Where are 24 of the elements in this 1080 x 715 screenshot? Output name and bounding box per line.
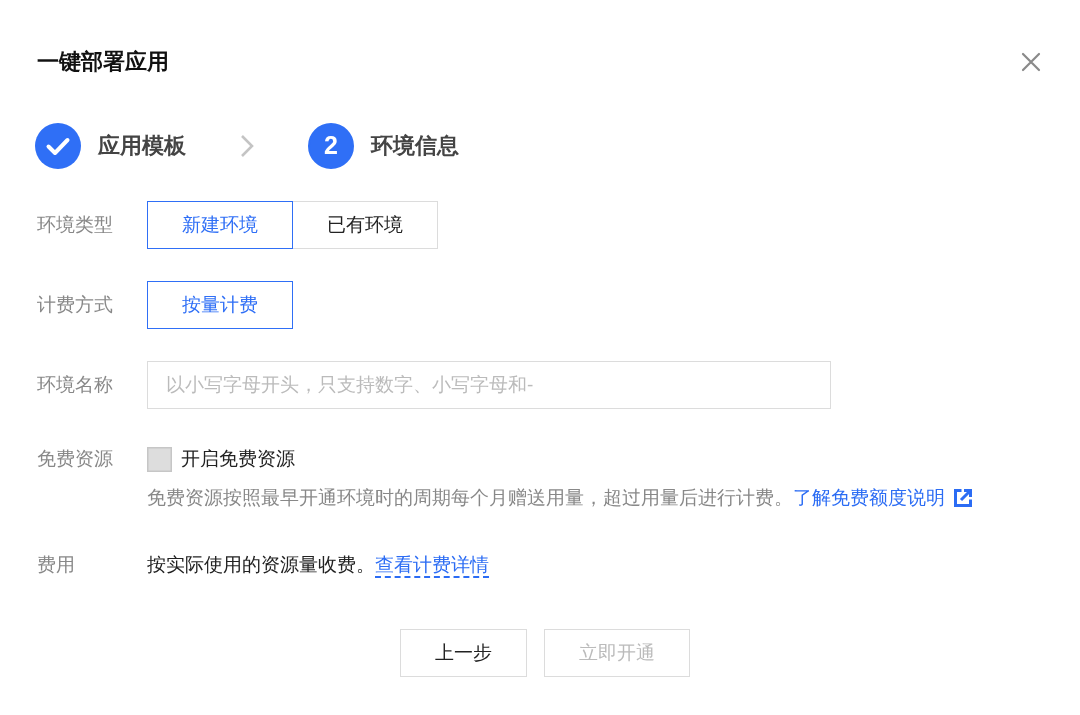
field-label: 环境名称 xyxy=(37,373,114,397)
field-label: 费用 xyxy=(37,553,76,577)
segment-tab[interactable]: 已有环境 xyxy=(292,201,438,249)
checkbox-label[interactable]: 开启免费资源 xyxy=(181,446,295,472)
help-text: 免费资源按照最早开通环境时的周期每个月赠送用量，超过用量后进行计费。了解免费额度说明 xyxy=(147,485,972,511)
step-number: 2 xyxy=(308,123,354,169)
step-label: 环境信息 xyxy=(371,132,459,160)
chevron-right-icon xyxy=(240,134,254,158)
free-quota-link[interactable]: 了解免费额度说明 xyxy=(793,485,972,511)
field-label: 环境类型 xyxy=(37,213,114,237)
name-input-field[interactable]: 以小写字母开头，只支持数字、小写字母和- xyxy=(147,361,831,409)
dialog-title: 一键部署应用 xyxy=(37,48,169,76)
checkbox[interactable] xyxy=(147,446,172,472)
fee-text: 按实际使用的资源量收费。查看计费详情 xyxy=(147,552,489,578)
external-link-icon xyxy=(954,489,972,507)
close-icon xyxy=(1021,52,1041,72)
step-label: 应用模板 xyxy=(98,132,186,160)
field-label: 计费方式 xyxy=(37,293,114,317)
billing-details-link[interactable]: 查看计费详情 xyxy=(375,554,489,578)
segment-tab[interactable]: 按量计费 xyxy=(147,281,293,329)
close-button[interactable] xyxy=(1020,51,1042,73)
segment-tab[interactable]: 新建环境 xyxy=(147,201,293,249)
field-label: 免费资源 xyxy=(37,447,114,471)
back-button[interactable]: 上一步 xyxy=(400,629,527,677)
